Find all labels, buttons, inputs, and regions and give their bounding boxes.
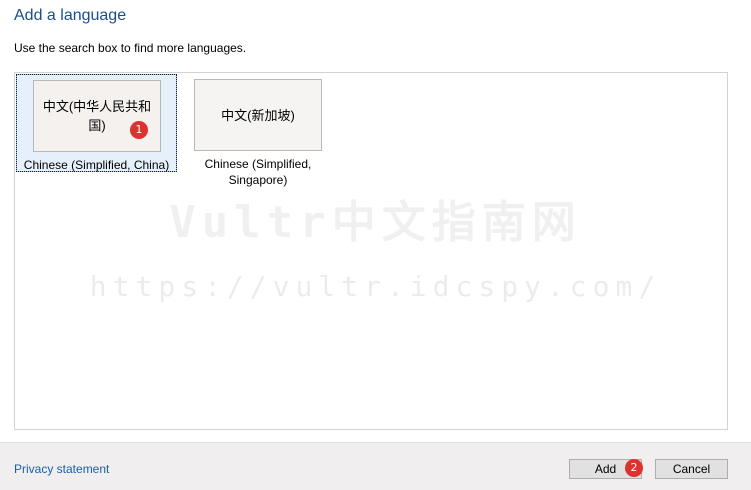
privacy-statement-link[interactable]: Privacy statement [14,462,109,476]
language-english-name: Chinese (Simplified, China) [23,158,170,172]
instruction-text: Use the search box to find more language… [14,41,247,55]
step-badge-2: 2 [625,459,643,477]
cancel-button[interactable]: Cancel [655,459,728,479]
language-item-chinese-singapore[interactable]: 中文(新加坡) Chinese (Simplified, Singapore) [178,74,338,190]
language-item-chinese-china[interactable]: 中文(中华人民共和国) 1 Chinese (Simplified, China… [16,74,177,172]
language-english-name: Chinese (Simplified, Singapore) [204,157,312,187]
language-tile[interactable]: 中文(中华人民共和国) [33,80,161,152]
language-native-name: 中文(新加坡) [221,107,295,123]
language-tile[interactable]: 中文(新加坡) [194,79,322,151]
step-badge-1: 1 [130,121,148,139]
dialog-footer: Privacy statement Add 2 Cancel [0,442,751,490]
language-list[interactable]: 中文(中华人民共和国) 1 Chinese (Simplified, China… [14,72,728,430]
dialog-title: Add a language [14,7,127,24]
